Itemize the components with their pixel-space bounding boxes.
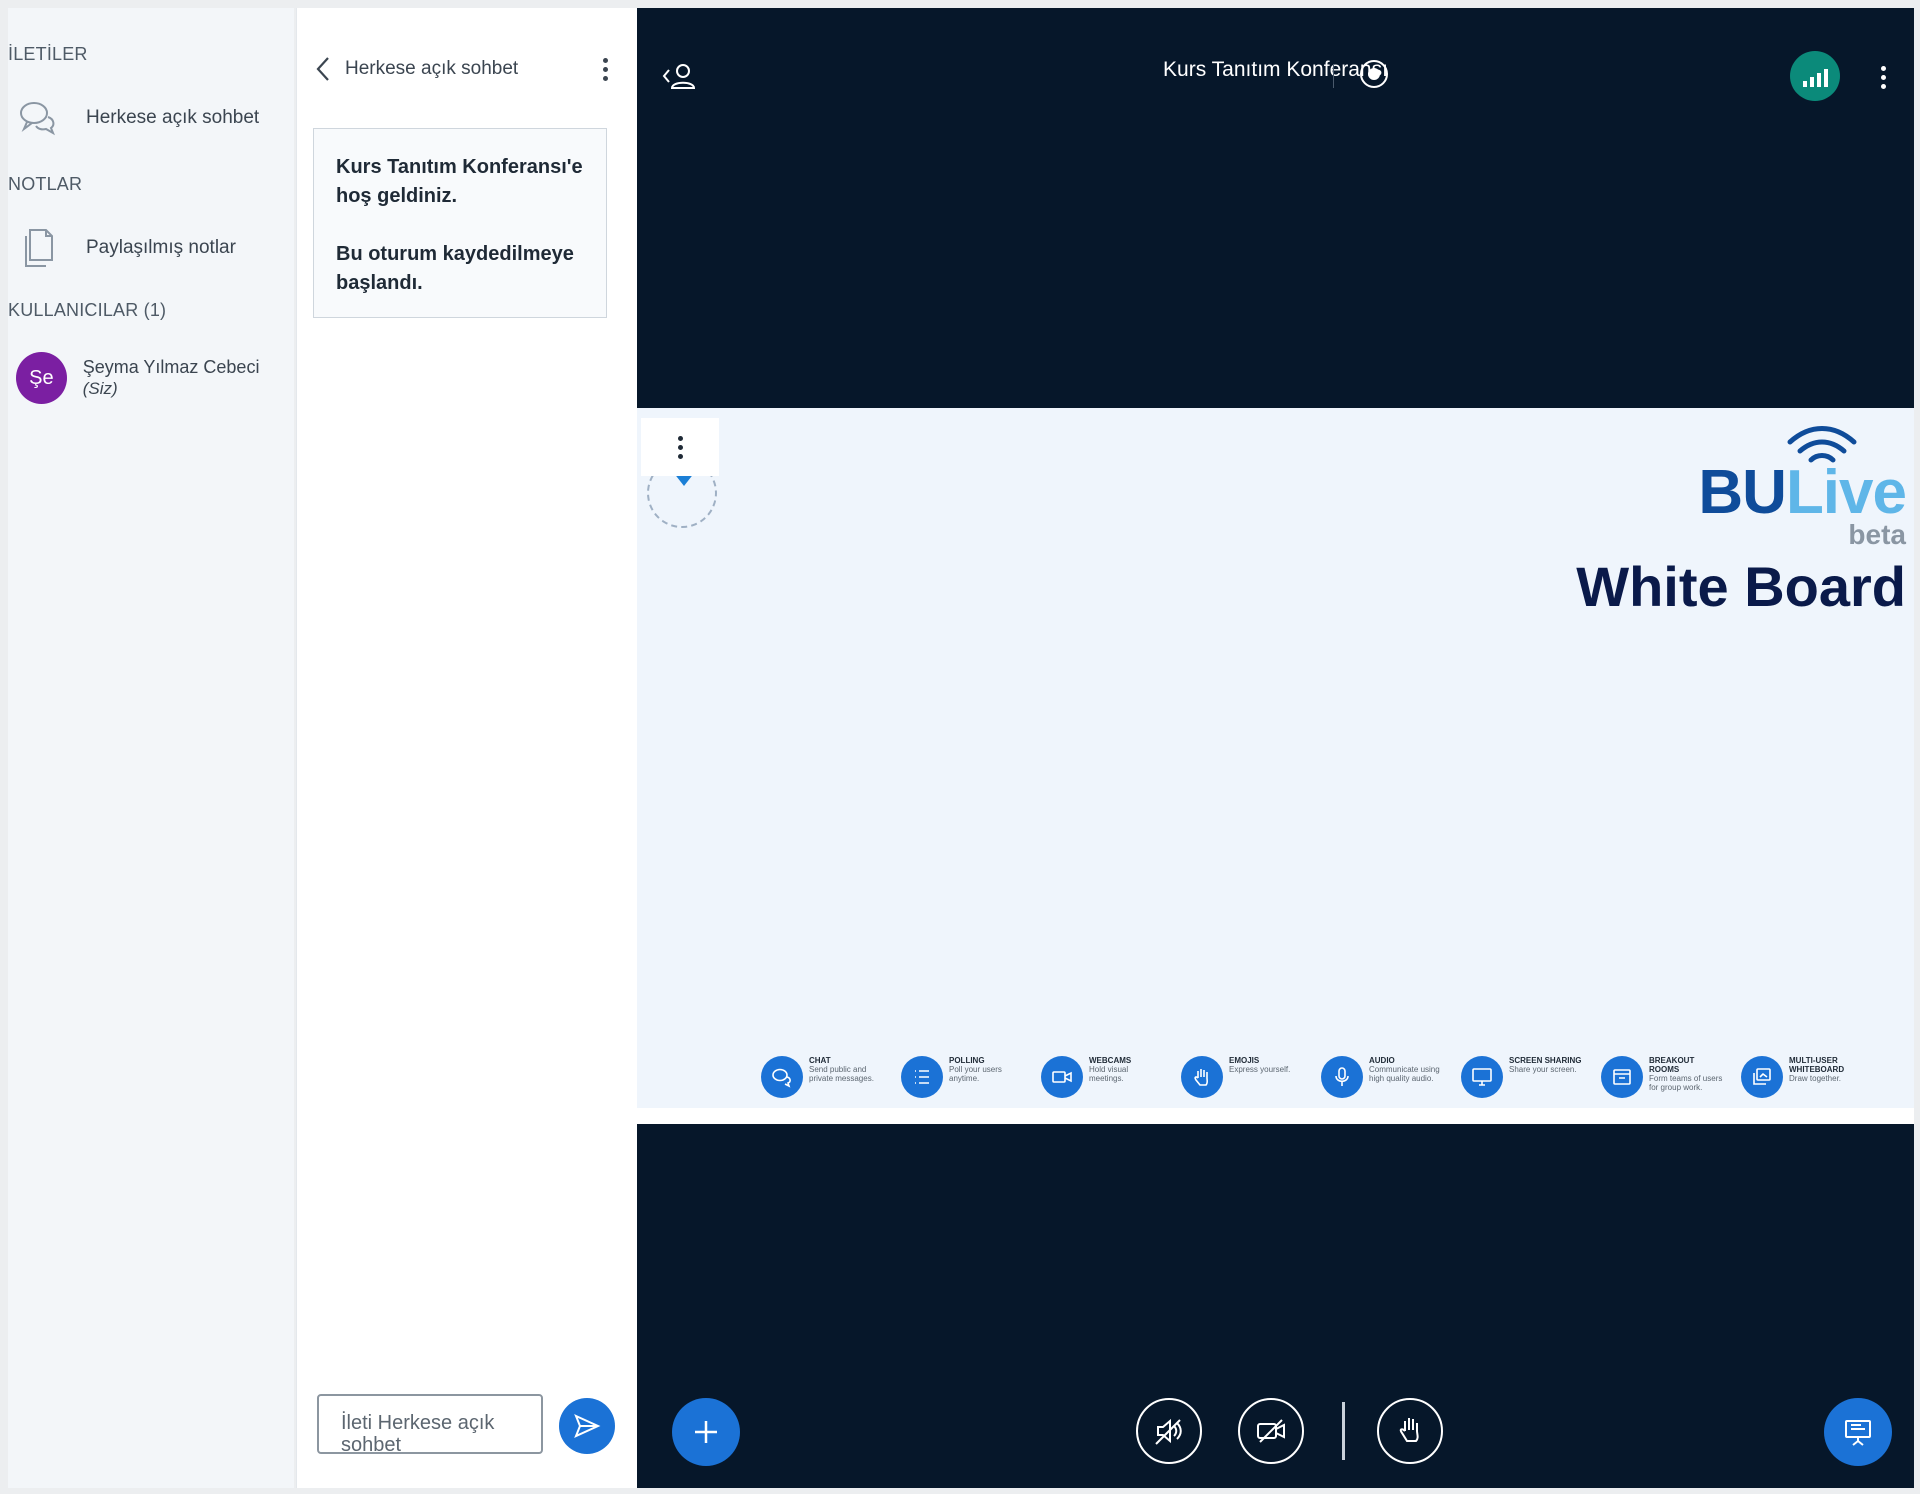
feature-item: MULTI-USER WHITEBOARD Draw together. <box>1741 1056 1863 1098</box>
feature-title: WEBCAMS <box>1089 1056 1132 1065</box>
restore-presentation-button[interactable] <box>1824 1398 1892 1466</box>
feature-title: AUDIO <box>1369 1056 1395 1065</box>
chat-bubbles-icon <box>16 96 60 140</box>
notes-section-title: NOTLAR <box>8 174 83 194</box>
feature-desc: Send public and private messages. <box>809 1065 874 1083</box>
send-button[interactable] <box>559 1398 615 1454</box>
audio-button[interactable] <box>1136 1398 1202 1464</box>
video-icon <box>1041 1056 1083 1098</box>
feature-item: AUDIO Communicate using high quality audi… <box>1321 1056 1443 1098</box>
presentation-options-icon <box>670 430 690 464</box>
document-icon <box>16 226 60 270</box>
monitor-icon <box>1461 1056 1503 1098</box>
speaker-muted-icon <box>1152 1414 1186 1448</box>
feature-desc: Share your screen. <box>1509 1065 1577 1074</box>
brand-logo: BULive beta White Board <box>1576 426 1907 620</box>
chat-header: Herkese açık sohbet <box>315 52 615 86</box>
feature-list: CHAT Send public and private messages. PO… <box>761 1056 1863 1098</box>
send-icon <box>573 1412 601 1440</box>
public-chat-label: Herkese açık sohbet <box>86 107 260 128</box>
options-menu-icon[interactable] <box>1873 60 1893 94</box>
welcome-message: Kurs Tanıtım Konferansı'e hoş geldiniz. … <box>313 128 607 318</box>
chat-panel: Herkese açık sohbet Kurs Tanıtım Konfera… <box>296 8 637 1488</box>
mic-icon <box>1321 1056 1363 1098</box>
feature-title: SCREEN SHARING <box>1509 1056 1582 1065</box>
messages-section-title: İLETİLER <box>8 44 88 64</box>
feature-item: CHAT Send public and private messages. <box>761 1056 883 1098</box>
message-input[interactable]: İleti Herkese açık sohbet <box>317 1394 543 1454</box>
camera-off-icon <box>1254 1414 1288 1448</box>
presentation-icon <box>1842 1416 1874 1448</box>
shared-notes-label: Paylaşılmış notlar <box>86 237 236 258</box>
feature-desc: Hold visual meetings. <box>1089 1065 1129 1083</box>
list-icon <box>901 1056 943 1098</box>
logo-beta: beta <box>1848 519 1906 550</box>
feature-desc: Communicate using high quality audio. <box>1369 1065 1440 1083</box>
public-chat-item[interactable]: Herkese açık sohbet <box>16 96 259 140</box>
feature-item: SCREEN SHARING Share your screen. <box>1461 1056 1583 1098</box>
meeting-title: Kurs Tanıtım Konferansı <box>1163 58 1388 81</box>
presentation-slide[interactable]: BULive beta White Board CHAT Send public … <box>637 408 1914 1124</box>
actions-button[interactable] <box>672 1398 740 1466</box>
bulive-logo: BULive <box>1576 462 1907 524</box>
user-item[interactable]: Şe Şeyma Yılmaz Cebeci (Siz) <box>16 352 294 404</box>
connection-status-button[interactable] <box>1790 51 1840 101</box>
slide-bottom-strip <box>637 1108 1914 1124</box>
feature-title: MULTI-USER WHITEBOARD <box>1789 1056 1845 1074</box>
feature-item: BREAKOUT ROOMS Form teams of users for gr… <box>1601 1056 1723 1098</box>
rooms-icon <box>1601 1056 1643 1098</box>
feature-title: EMOJIS <box>1229 1056 1260 1065</box>
shared-notes-item[interactable]: Paylaşılmış notlar <box>16 226 236 270</box>
title-divider <box>1333 64 1334 88</box>
users-section-title: KULLANICILAR (1) <box>8 300 167 320</box>
wifi-icon <box>1784 426 1860 471</box>
action-bar-divider <box>1342 1402 1345 1460</box>
recording-notice: Bu oturum kaydedilmeye başlandı. <box>336 243 574 294</box>
feature-desc: Form teams of users for group work. <box>1649 1074 1723 1092</box>
webcam-button[interactable] <box>1238 1398 1304 1464</box>
feature-desc: Poll your users anytime. <box>949 1065 1002 1083</box>
user-name: Şeyma Yılmaz Cebeci (Siz) <box>83 357 294 399</box>
welcome-text: Kurs Tanıtım Konferansı'e hoş geldiniz. <box>336 156 583 207</box>
record-icon <box>1368 68 1380 80</box>
hand-icon <box>1181 1056 1223 1098</box>
slide-heading: White Board <box>1576 555 1906 618</box>
plus-icon <box>691 1417 721 1447</box>
hand-icon <box>1394 1414 1426 1448</box>
whiteboard-icon <box>1741 1056 1783 1098</box>
presentation-menu-button[interactable] <box>641 418 719 476</box>
chat-title: Herkese açık sohbet <box>345 58 519 79</box>
user-list-panel: İLETİLER Herkese açık sohbet NOTLAR Payl… <box>8 8 294 1488</box>
feature-desc: Express yourself. <box>1229 1065 1291 1074</box>
you-tag: (Siz) <box>82 379 118 398</box>
feature-desc: Draw together. <box>1789 1074 1842 1083</box>
feature-item: POLLING Poll your users anytime. <box>901 1056 1023 1098</box>
chat-options-icon[interactable] <box>595 52 615 86</box>
feature-title: CHAT <box>809 1056 831 1065</box>
user-name-text: Şeyma Yılmaz Cebeci <box>82 357 260 377</box>
avatar: Şe <box>16 352 67 404</box>
feature-title: POLLING <box>949 1056 985 1065</box>
feature-item: WEBCAMS Hold visual meetings. <box>1041 1056 1163 1098</box>
main-media-area: Kurs Tanıtım Konferansı BULive beta Whit… <box>637 8 1914 1488</box>
chat-icon <box>761 1056 803 1098</box>
record-button[interactable] <box>1360 60 1388 88</box>
feature-item: EMOJIS Express yourself. <box>1181 1056 1303 1098</box>
back-chevron-icon[interactable] <box>315 56 331 82</box>
logo-bu: BU <box>1698 458 1787 527</box>
raise-hand-button[interactable] <box>1377 1398 1443 1464</box>
feature-title: BREAKOUT ROOMS <box>1649 1056 1695 1074</box>
